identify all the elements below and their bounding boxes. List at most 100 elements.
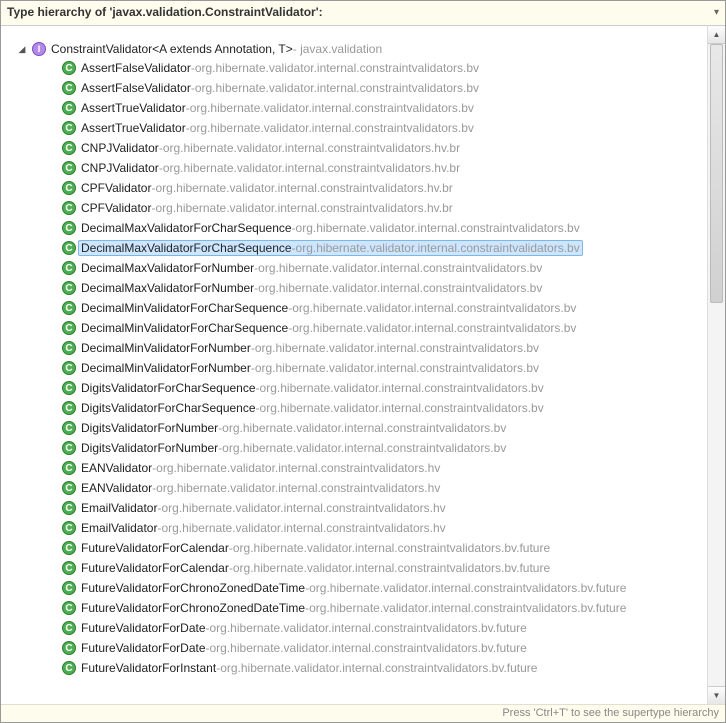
tree-item[interactable]: CAssertTrueValidator - org.hibernate.val…: [5, 98, 725, 118]
class-icon: C: [61, 160, 77, 176]
tree-item[interactable]: C CNPJValidator - org.hibernate.validator…: [5, 158, 725, 178]
scroll-down-button[interactable]: ▼: [708, 686, 725, 704]
item-label: AssertFalseValidator - org.hibernate.val…: [81, 81, 479, 95]
root-label: ConstraintValidator<A extends Annotation…: [51, 42, 382, 56]
type-tree[interactable]: ◢ I ConstraintValidator<A extends Annota…: [1, 26, 725, 682]
tree-item[interactable]: CEANValidator - org.hibernate.validator.…: [5, 458, 725, 478]
tree-item[interactable]: CFutureValidatorForChronoZonedDateTime -…: [5, 578, 725, 598]
type-name: DigitsValidatorForNumber: [81, 441, 218, 455]
tree-item[interactable]: CFutureValidatorForCalendar - org.hibern…: [5, 558, 725, 578]
package-name: org.hibernate.validator.internal.constra…: [156, 461, 440, 475]
type-name: FutureValidatorForDate: [81, 641, 206, 655]
tree-item[interactable]: CDecimalMinValidatorForNumber - org.hibe…: [5, 358, 725, 378]
package-name: org.hibernate.validator.internal.constra…: [309, 601, 626, 615]
item-label: DigitsValidatorForCharSequence - org.hib…: [81, 401, 544, 415]
tree-item[interactable]: CCPFValidator - org.hibernate.validator.…: [5, 198, 725, 218]
type-name: FutureValidatorForInstant: [81, 661, 216, 675]
type-name: FutureValidatorForChronoZonedDateTime: [81, 581, 305, 595]
package-name: org.hibernate.validator.internal.constra…: [222, 421, 506, 435]
item-label: AssertTrueValidator - org.hibernate.vali…: [81, 101, 474, 115]
tree-item[interactable]: CFutureValidatorForInstant - org.hiberna…: [5, 658, 725, 678]
panel-title: Type hierarchy of 'javax.validation.Cons…: [7, 5, 323, 19]
type-name: EmailValidator: [81, 501, 157, 515]
tree-item[interactable]: CAssertFalseValidator - org.hibernate.va…: [5, 58, 725, 78]
expander-icon[interactable]: ◢: [17, 44, 27, 55]
class-icon: C: [61, 300, 77, 316]
item-label: DigitsValidatorForNumber - org.hibernate…: [81, 421, 506, 435]
package-name: org.hibernate.validator.internal.constra…: [161, 521, 445, 535]
item-label: CNPJValidator - org.hibernate.validator.…: [81, 161, 460, 175]
tree-item[interactable]: CDecimalMaxValidatorForCharSequence - or…: [5, 238, 725, 258]
panel-header: Type hierarchy of 'javax.validation.Cons…: [1, 1, 725, 26]
item-label: FutureValidatorForDate - org.hibernate.v…: [81, 621, 527, 635]
tree-item[interactable]: CCPFValidator - org.hibernate.validator.…: [5, 178, 725, 198]
type-name: CNPJValidator: [81, 141, 159, 155]
item-label: FutureValidatorForDate - org.hibernate.v…: [81, 641, 527, 655]
scroll-thumb[interactable]: [710, 44, 723, 303]
tree-item[interactable]: CDigitsValidatorForNumber - org.hibernat…: [5, 438, 725, 458]
class-icon: C: [61, 120, 77, 136]
package-name: org.hibernate.validator.internal.constra…: [292, 301, 576, 315]
tree-item[interactable]: CDecimalMinValidatorForCharSequence - or…: [5, 298, 725, 318]
tree-item[interactable]: C FutureValidatorForCalendar - org.hibern…: [5, 538, 725, 558]
package-name: org.hibernate.validator.internal.constra…: [220, 661, 537, 675]
tree-item[interactable]: CFutureValidatorForChronoZonedDateTime -…: [5, 598, 725, 618]
package-name: org.hibernate.validator.internal.constra…: [292, 321, 576, 335]
scroll-up-button[interactable]: ▲: [708, 26, 725, 44]
item-label: DecimalMaxValidatorForCharSequence - org…: [81, 221, 580, 235]
type-name: DecimalMaxValidatorForCharSequence: [81, 241, 292, 255]
item-label: FutureValidatorForCalendar - org.hiberna…: [81, 541, 550, 555]
collapse-icon[interactable]: ▾: [714, 7, 719, 18]
class-icon: C: [61, 560, 77, 576]
type-name: CNPJValidator: [81, 161, 159, 175]
tree-item[interactable]: CEmailValidator - org.hibernate.validato…: [5, 518, 725, 538]
class-icon: C: [61, 400, 77, 416]
scroll-track[interactable]: [708, 44, 725, 686]
item-label: EANValidator - org.hibernate.validator.i…: [81, 461, 440, 475]
item-label: CPFValidator - org.hibernate.validator.i…: [81, 181, 453, 195]
tree-item[interactable]: CDecimalMinValidatorForNumber - org.hibe…: [5, 338, 725, 358]
tree-item[interactable]: CDecimalMinValidatorForCharSequence - or…: [5, 318, 725, 338]
tree-item[interactable]: CCNPJValidator - org.hibernate.validator…: [5, 138, 725, 158]
package-name: org.hibernate.validator.internal.constra…: [155, 201, 452, 215]
type-name: DecimalMinValidatorForNumber: [81, 341, 251, 355]
package-name: org.hibernate.validator.internal.constra…: [190, 101, 474, 115]
package-name: org.hibernate.validator.internal.constra…: [161, 501, 445, 515]
package-name: org.hibernate.validator.internal.constra…: [210, 641, 527, 655]
tree-item[interactable]: CEANValidator - org.hibernate.validator.…: [5, 478, 725, 498]
type-name: DigitsValidatorForCharSequence: [81, 401, 256, 415]
class-icon: C: [61, 220, 77, 236]
item-label: FutureValidatorForChronoZonedDateTime - …: [81, 581, 626, 595]
package-name: org.hibernate.validator.internal.constra…: [309, 581, 626, 595]
package-name: org.hibernate.validator.internal.constra…: [258, 261, 542, 275]
tree-item[interactable]: CAssertFalseValidator - org.hibernate.va…: [5, 78, 725, 98]
tree-item[interactable]: CFutureValidatorForDate - org.hibernate.…: [5, 618, 725, 638]
class-icon: C: [61, 260, 77, 276]
tree-item[interactable]: CEmailValidator - org.hibernate.validato…: [5, 498, 725, 518]
type-name: DecimalMinValidatorForCharSequence: [81, 321, 288, 335]
package-name: org.hibernate.validator.internal.constra…: [190, 121, 474, 135]
tree-item[interactable]: CDigitsValidatorForNumber - org.hibernat…: [5, 418, 725, 438]
tree-item[interactable]: CDecimalMaxValidatorForNumber - org.hibe…: [5, 258, 725, 278]
tree-item[interactable]: C DecimalMaxValidatorForCharSequence - or…: [5, 218, 725, 238]
interface-icon: I: [31, 41, 47, 57]
class-icon: C: [61, 500, 77, 516]
type-name: FutureValidatorForCalendar: [81, 541, 229, 555]
class-icon: C: [61, 540, 77, 556]
item-label: DecimalMinValidatorForCharSequence - org…: [81, 321, 576, 335]
package-name: org.hibernate.validator.internal.constra…: [255, 361, 539, 375]
type-name: AssertTrueValidator: [81, 101, 186, 115]
tree-item[interactable]: CAssertTrueValidator - org.hibernate.val…: [5, 118, 725, 138]
root-generics: <A extends Annotation, T>: [152, 42, 293, 56]
package-name: org.hibernate.validator.internal.constra…: [260, 381, 544, 395]
tree-item[interactable]: CFutureValidatorForDate - org.hibernate.…: [5, 638, 725, 658]
type-name: FutureValidatorForChronoZonedDateTime: [81, 601, 305, 615]
tree-item[interactable]: C DigitsValidatorForCharSequence - org.hi…: [5, 398, 725, 418]
type-name: EANValidator: [81, 481, 152, 495]
tree-item[interactable]: CDecimalMaxValidatorForNumber - org.hibe…: [5, 278, 725, 298]
item-label: FutureValidatorForInstant - org.hibernat…: [81, 661, 537, 675]
tree-item[interactable]: CDigitsValidatorForCharSequence - org.hi…: [5, 378, 725, 398]
tree-root-row[interactable]: ◢ I ConstraintValidator<A extends Annota…: [5, 40, 725, 58]
vertical-scrollbar[interactable]: ▲ ▼: [707, 26, 725, 704]
type-hierarchy-panel: Type hierarchy of 'javax.validation.Cons…: [0, 0, 726, 723]
